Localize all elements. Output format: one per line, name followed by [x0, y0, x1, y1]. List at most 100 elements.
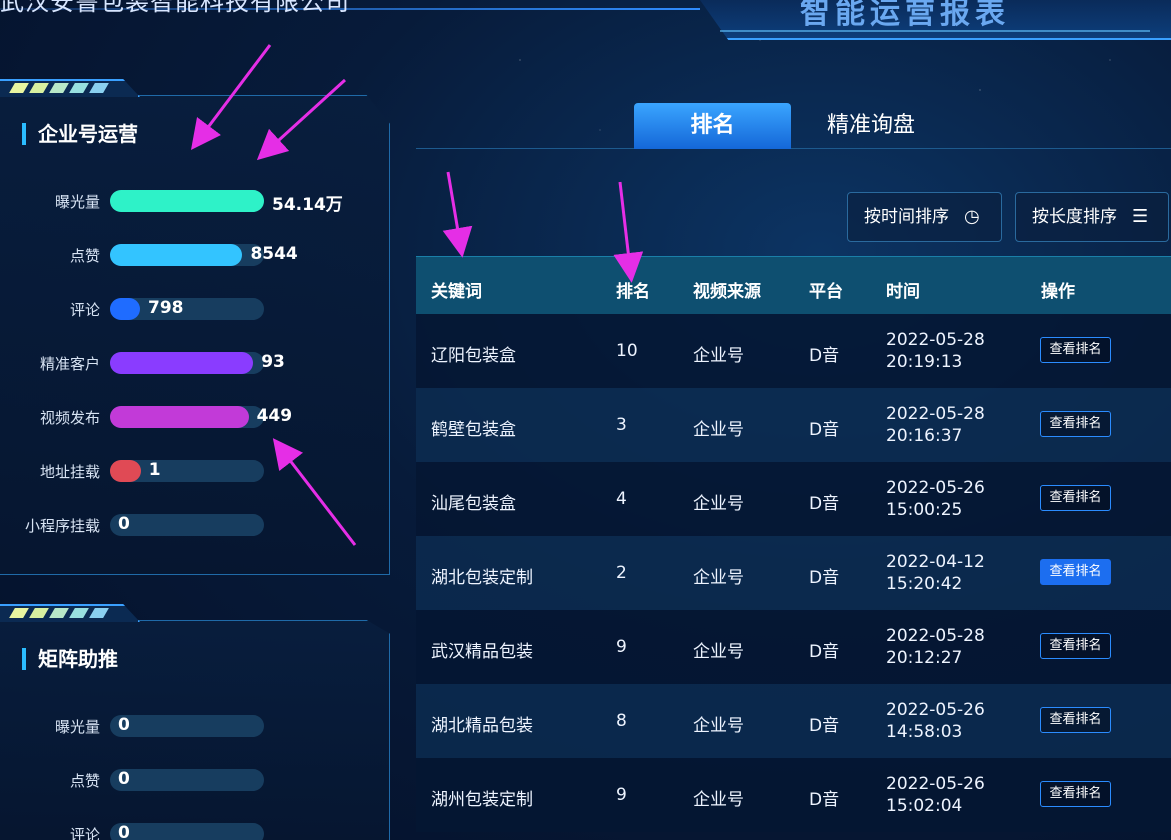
- date-cell: 2022-05-28: [886, 404, 985, 424]
- annotation-arrow: [442, 171, 473, 258]
- source-cell: 企业号: [693, 642, 744, 662]
- metric-row: 评论 0: [0, 822, 390, 840]
- view-ranking-button[interactable]: 查看排名: [1040, 707, 1111, 733]
- time-cell: 20:12:27: [886, 648, 963, 668]
- view-ranking-button[interactable]: 查看排名: [1040, 559, 1111, 585]
- table-row: 湖北包装定制 2 企业号 D音 2022-04-12 15:20:42 查看排名: [416, 536, 1171, 610]
- keyword-cell: 湖北精品包装: [431, 716, 533, 736]
- rank-cell: 2: [616, 563, 627, 583]
- metric-label: 小程序挂载: [24, 517, 100, 535]
- report-title: 智能运营报表: [800, 0, 1010, 31]
- platform-cell: D音: [809, 568, 840, 588]
- tab-ranking[interactable]: 排名: [634, 103, 791, 149]
- metric-row: 地址挂载 1: [0, 459, 390, 483]
- date-cell: 2022-04-12: [886, 552, 985, 572]
- time-cell: 20:16:37: [886, 426, 963, 446]
- table-row: 汕尾包装盒 4 企业号 D音 2022-05-26 15:00:25 查看排名: [416, 462, 1171, 536]
- view-ranking-button[interactable]: 查看排名: [1040, 781, 1111, 807]
- metric-value: 1: [148, 460, 161, 480]
- rank-cell: 9: [616, 637, 627, 657]
- platform-cell: D音: [809, 790, 840, 810]
- table-header: 关键词 排名 视频来源 平台 时间 操作: [416, 256, 1171, 314]
- metric-label: 视频发布: [39, 409, 100, 427]
- matrix-boost-panel: 矩阵助推 曝光量 0 点赞 0 评论 0: [0, 604, 390, 840]
- platform-cell: D音: [809, 716, 840, 736]
- panel-tab-decoration: [0, 79, 140, 97]
- platform-cell: D音: [809, 642, 840, 662]
- sort-by-time-button[interactable]: 按时间排序 ◷: [847, 192, 1002, 242]
- metric-label: 精准客户: [39, 355, 100, 373]
- metric-row: 小程序挂载 0: [0, 513, 390, 537]
- time-cell: 15:02:04: [886, 796, 963, 816]
- metric-row: 点赞 8544: [0, 243, 390, 267]
- metric-label: 曝光量: [54, 718, 100, 736]
- source-cell: 企业号: [693, 420, 744, 440]
- table-row: 辽阳包装盒 10 企业号 D音 2022-05-28 20:19:13 查看排名: [416, 314, 1171, 388]
- keyword-cell: 湖北包装定制: [431, 568, 533, 588]
- table-row: 湖州包装定制 9 企业号 D音 2022-05-26 15:02:04 查看排名: [416, 758, 1171, 832]
- panel-title: 矩阵助推: [22, 648, 118, 670]
- header-video-source: 视频来源: [693, 282, 761, 302]
- sort-by-length-button[interactable]: 按长度排序 ☰: [1015, 192, 1169, 242]
- metric-bar-track: [110, 460, 264, 482]
- platform-cell: D音: [809, 494, 840, 514]
- top-header: 武汉安鲁包装智能科技有限公司 智能运营报表: [0, 0, 1171, 40]
- company-title: 武汉安鲁包装智能科技有限公司: [0, 0, 350, 16]
- metric-bar-fill: [110, 244, 243, 266]
- panel-title: 企业号运营: [22, 123, 138, 145]
- date-cell: 2022-05-28: [886, 626, 985, 646]
- date-cell: 2022-05-26: [886, 700, 985, 720]
- metric-row: 视频发布 449: [0, 405, 390, 429]
- metric-row: 评论 798: [0, 297, 390, 321]
- report-tabs: 排名 精准询盘: [416, 103, 1171, 149]
- metric-value: 93: [261, 352, 285, 372]
- view-ranking-button[interactable]: 查看排名: [1040, 633, 1111, 659]
- header-time: 时间: [886, 282, 920, 302]
- keyword-cell: 汕尾包装盒: [431, 494, 516, 514]
- time-cell: 15:20:42: [886, 574, 963, 594]
- clock-refresh-icon: ◷: [964, 206, 980, 227]
- header-platform: 平台: [809, 282, 843, 302]
- rank-cell: 4: [616, 489, 627, 509]
- metric-value: 8544: [250, 244, 298, 264]
- source-cell: 企业号: [693, 790, 744, 810]
- sort-by-length-label: 按长度排序: [1032, 207, 1117, 227]
- date-cell: 2022-05-26: [886, 478, 985, 498]
- metric-bar-track: [110, 769, 264, 791]
- rank-cell: 9: [616, 785, 627, 805]
- metric-bar-fill: [110, 406, 249, 428]
- time-cell: 20:19:13: [886, 352, 963, 372]
- metric-bar-track: [110, 244, 264, 266]
- metric-bar-track: [110, 298, 264, 320]
- metric-value: 449: [256, 406, 293, 426]
- time-cell: 14:58:03: [886, 722, 963, 742]
- metric-row: 精准客户 93: [0, 351, 390, 375]
- view-ranking-button[interactable]: 查看排名: [1040, 485, 1111, 511]
- metric-label: 地址挂载: [39, 463, 100, 481]
- rank-cell: 8: [616, 711, 627, 731]
- source-cell: 企业号: [693, 494, 744, 514]
- metric-value: 54.14万: [272, 195, 343, 215]
- keyword-cell: 鹤壁包装盒: [431, 420, 516, 440]
- rank-cell: 10: [616, 341, 638, 361]
- tab-precise-inquiry[interactable]: 精准询盘: [816, 103, 926, 149]
- view-ranking-button[interactable]: 查看排名: [1040, 337, 1111, 363]
- metric-value: 798: [148, 298, 184, 318]
- metric-bar-track: [110, 190, 264, 212]
- source-cell: 企业号: [693, 346, 744, 366]
- metric-label: 评论: [69, 826, 100, 840]
- metric-bar-fill: [110, 298, 140, 320]
- view-ranking-button[interactable]: 查看排名: [1040, 411, 1111, 437]
- panel-tab-decoration: [0, 604, 140, 622]
- header-keyword: 关键词: [431, 282, 482, 302]
- metric-label: 点赞: [69, 772, 100, 790]
- metric-bar-track: [110, 406, 264, 428]
- time-cell: 15:00:25: [886, 500, 963, 520]
- metric-label: 曝光量: [54, 193, 100, 211]
- metric-bar-track: [110, 514, 264, 536]
- metric-label: 点赞: [69, 247, 100, 265]
- metric-bar-track: [110, 352, 264, 374]
- header-action: 操作: [1041, 282, 1075, 302]
- keyword-cell: 湖州包装定制: [431, 790, 533, 810]
- platform-cell: D音: [809, 346, 840, 366]
